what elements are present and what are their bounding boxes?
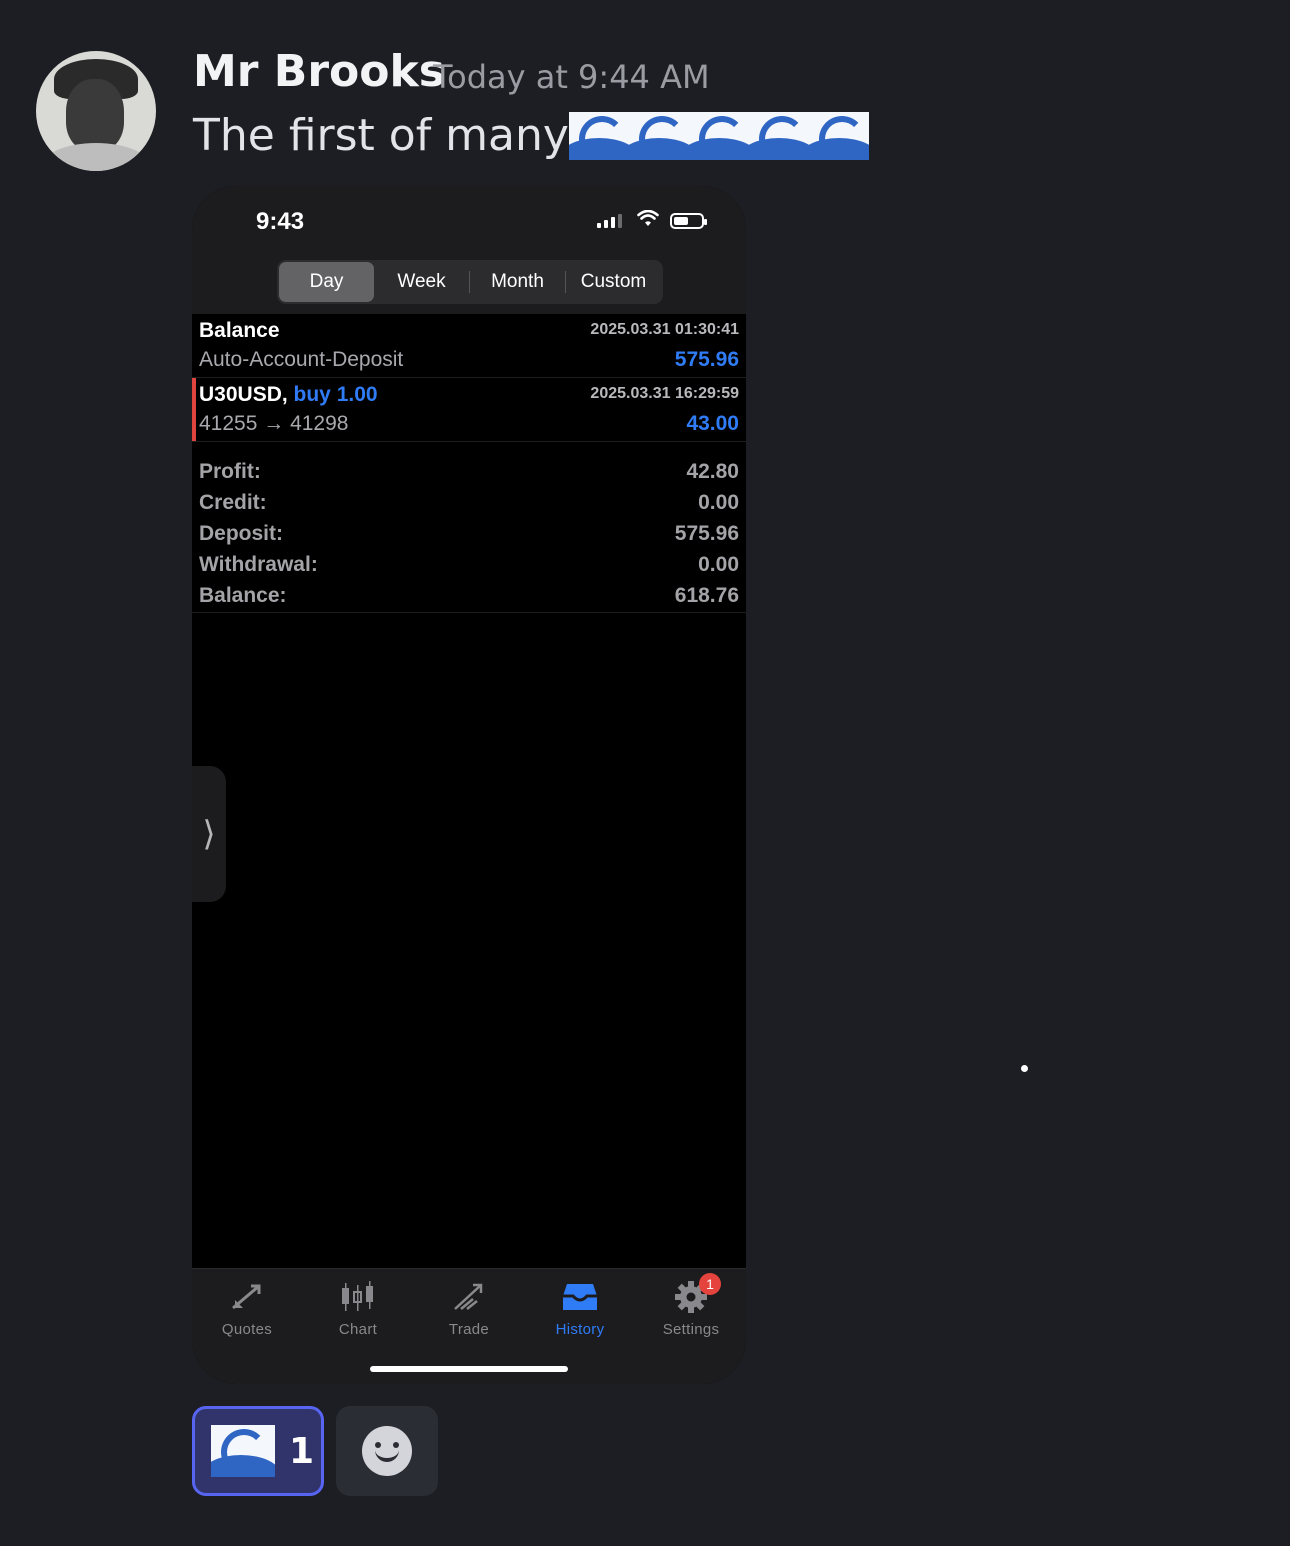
summary-label: Balance: [199, 584, 287, 607]
summary-credit: Credit: 0.00 [192, 487, 746, 518]
ocean-wave-emoji [211, 1425, 275, 1477]
ocean-wave-emoji [628, 111, 689, 160]
summary-deposit: Deposit: 575.96 [192, 518, 746, 549]
tabbar-chart[interactable]: Chart [308, 1279, 408, 1338]
history-list: Balance Auto-Account-Deposit 2025.03.31 … [192, 314, 746, 442]
ocean-wave-emoji [808, 111, 869, 160]
quotes-icon [227, 1279, 267, 1315]
deal-subtitle: Auto-Account-Deposit [199, 348, 404, 371]
attached-screenshot[interactable]: 9:43 Day Week Month Custom Balance Auto-… [192, 186, 746, 1384]
wifi-icon [637, 209, 659, 232]
user-avatar[interactable] [36, 51, 156, 171]
phone-header: 9:43 Day Week Month Custom [192, 186, 746, 314]
message-text-line: The first of many [193, 110, 869, 161]
history-row-trade[interactable]: U30USD, buy 1.00 41255 → 41298 2025.03.3… [192, 378, 746, 442]
summary-value: 0.00 [698, 491, 739, 514]
deal-amount: 43.00 [686, 412, 739, 435]
chevron-right-icon: ⟩ [202, 814, 216, 854]
summary-value: 618.76 [674, 584, 739, 607]
chart-icon [338, 1279, 378, 1315]
deal-title: U30USD, buy 1.00 [199, 383, 378, 407]
ocean-wave-emoji [568, 111, 629, 160]
tab-month[interactable]: Month [470, 262, 565, 302]
deal-datetime: 2025.03.31 16:29:59 [590, 385, 739, 402]
history-icon [560, 1279, 600, 1315]
deal-price-range: 41255 → 41298 [199, 412, 349, 435]
tabbar-settings[interactable]: 1 Settings [641, 1273, 741, 1338]
reaction-count: 1 [289, 1430, 315, 1472]
summary-label: Deposit: [199, 522, 283, 545]
trade-icon [449, 1279, 489, 1315]
side-panel-handle[interactable]: ⟩ [192, 766, 226, 902]
home-indicator [370, 1366, 568, 1372]
tabbar-history[interactable]: History [530, 1279, 630, 1338]
deal-amount: 575.96 [674, 348, 739, 371]
history-summary: Profit: 42.80 Credit: 0.00 Deposit: 575.96 … [192, 448, 746, 613]
tabbar-label: Chart [338, 1321, 378, 1338]
notification-badge: 1 [699, 1273, 721, 1295]
summary-label: Profit: [199, 460, 261, 483]
tab-day[interactable]: Day [279, 262, 374, 302]
wave-reaction-button[interactable]: 1 [192, 1406, 324, 1496]
deal-title: Balance [199, 319, 280, 342]
ocean-wave-emoji [748, 111, 809, 160]
summary-value: 42.80 [686, 460, 739, 483]
tab-custom[interactable]: Custom [566, 262, 661, 302]
deal-symbol: U30USD, [199, 383, 294, 406]
tabbar-trade[interactable]: Trade [419, 1279, 519, 1338]
cursor-dot [1021, 1065, 1028, 1072]
battery-icon [670, 213, 707, 229]
tabbar-label: History [555, 1321, 605, 1338]
summary-balance: Balance: 618.76 [192, 580, 746, 611]
settings-icon: 1 [671, 1273, 721, 1315]
message-text: The first of many [193, 110, 569, 161]
period-segmented-control[interactable]: Day Week Month Custom [277, 260, 663, 304]
tab-week[interactable]: Week [374, 262, 469, 302]
tabbar-quotes[interactable]: Quotes [197, 1279, 297, 1338]
ocean-wave-emoji [688, 111, 749, 160]
message-author[interactable]: Mr Brooks [193, 46, 445, 97]
add-reaction-button[interactable] [336, 1406, 438, 1496]
summary-profit: Profit: 42.80 [192, 456, 746, 487]
history-row-balance[interactable]: Balance Auto-Account-Deposit 2025.03.31 … [192, 314, 746, 378]
status-clock: 9:43 [256, 208, 305, 235]
summary-withdrawal: Withdrawal: 0.00 [192, 549, 746, 580]
message-timestamp: Today at 9:44 AM [433, 58, 710, 96]
summary-value: 0.00 [698, 553, 739, 576]
add-reaction-smile-icon [362, 1426, 412, 1476]
position-marker [192, 378, 196, 441]
deal-direction-volume: buy 1.00 [293, 383, 378, 406]
summary-label: Credit: [199, 491, 267, 514]
wave-emoji-group [568, 111, 869, 160]
tabbar-label: Quotes [221, 1321, 273, 1338]
tabbar-label: Trade [448, 1321, 490, 1338]
tabbar-label: Settings [662, 1321, 720, 1338]
cellular-signal-icon [597, 214, 622, 228]
summary-label: Withdrawal: [199, 553, 318, 576]
deal-datetime: 2025.03.31 01:30:41 [590, 321, 739, 338]
summary-value: 575.96 [674, 522, 739, 545]
